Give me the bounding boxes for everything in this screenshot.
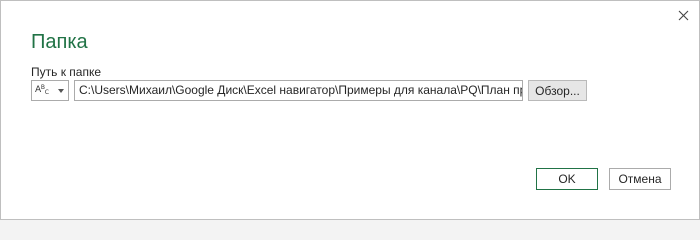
close-icon [678,10,688,20]
abc-text-type-icon: ABC [35,84,49,96]
folder-path-input[interactable]: C:\Users\Михаил\Google Диск\Excel навига… [74,80,523,101]
close-button[interactable] [673,5,693,25]
cancel-button[interactable]: Отмена [609,168,671,190]
browse-button[interactable]: Обзор... [528,80,587,101]
dialog-title: Папка [31,31,88,53]
chevron-down-icon [58,88,64,93]
folder-path-label: Путь к папке [31,65,102,79]
ok-button[interactable]: OK [536,168,598,190]
folder-dialog: Папка Путь к папке ABC C:\Users\Михаил\G… [0,0,700,220]
parameter-type-dropdown[interactable]: ABC [31,80,69,101]
